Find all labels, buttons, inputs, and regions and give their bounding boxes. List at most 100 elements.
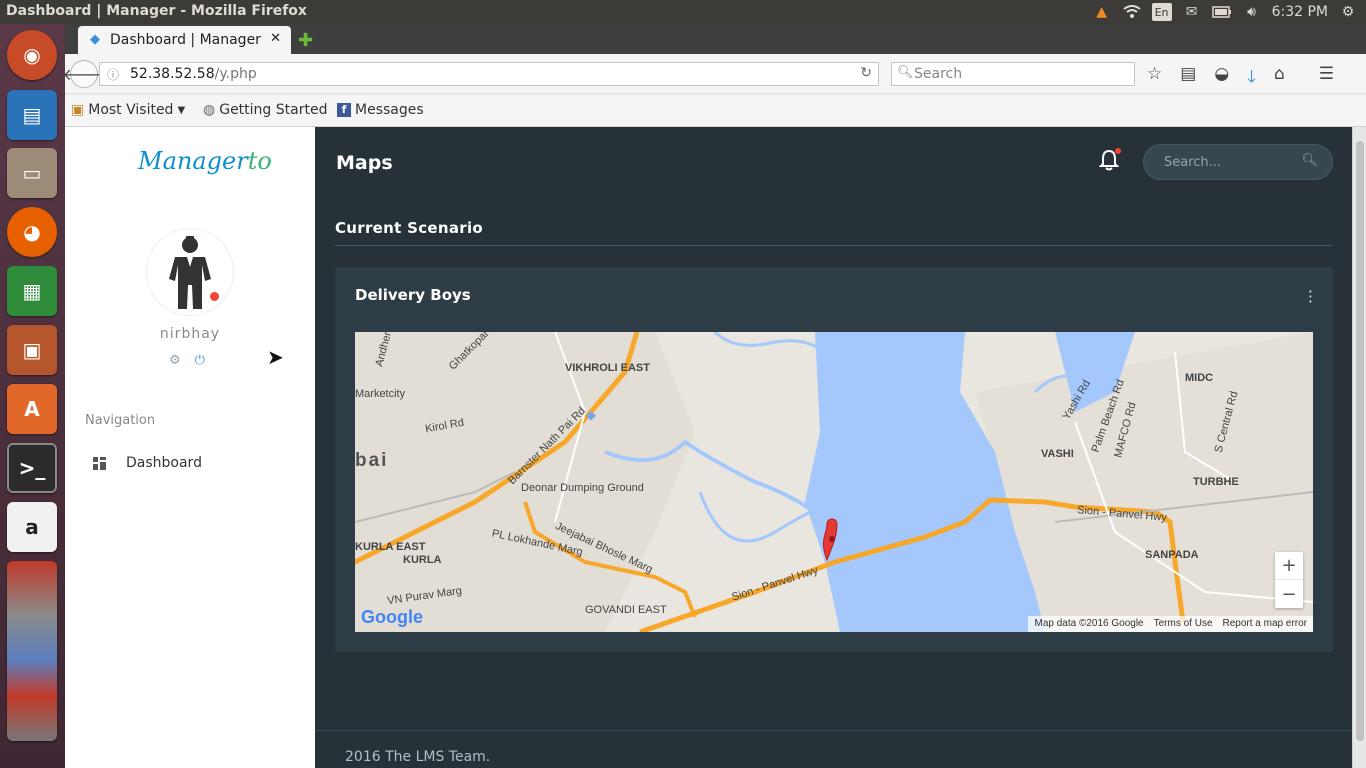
chevron-down-icon: ▼: [177, 104, 186, 116]
map-data-text: Map data ©2016 Google: [1034, 618, 1144, 629]
main-content: Maps Search... 🔍︎ Current Scenario Deliv…: [315, 127, 1352, 768]
section-title: Current Scenario: [335, 219, 1333, 246]
dashboard-icon: [93, 456, 106, 470]
url-bar[interactable]: ⓘ 52.38.52.58/y.php ↻: [99, 62, 879, 86]
files-icon[interactable]: ▭: [7, 148, 57, 198]
map-label: Deonar Dumping Ground: [521, 482, 644, 494]
notification-dot: [1115, 148, 1121, 154]
wifi-icon[interactable]: [1122, 2, 1142, 22]
web-page: Managerto nirbhay ⚙ ⏻ Navigation Dashboa…: [65, 127, 1366, 768]
app-sidebar: Managerto nirbhay ⚙ ⏻ Navigation Dashboa…: [65, 127, 315, 768]
mail-icon[interactable]: ✉: [1182, 2, 1202, 22]
back-button[interactable]: 🡐: [63, 60, 105, 88]
google-map[interactable]: Ghatkopar Rd VIKHROLI EAST Marketcity Ki…: [355, 332, 1313, 632]
volume-icon[interactable]: 🔊︎: [1242, 2, 1262, 22]
url-text: 52.38.52.58/y.php: [130, 66, 257, 82]
map-canvas: [355, 332, 1313, 632]
tab-strip: ◆ Dashboard | Manager ✕ ✚: [65, 24, 1366, 54]
search-placeholder: Search...: [1164, 155, 1222, 170]
map-attribution: Map data ©2016 Google Terms of Use Repor…: [1028, 616, 1313, 632]
mouse-cursor-icon: ➤: [267, 345, 284, 369]
url-host: 52.38.52.58: [130, 66, 215, 82]
map-label: VASHI: [1041, 448, 1074, 460]
map-label: MIDC: [1185, 372, 1214, 384]
amazon-icon[interactable]: a: [7, 502, 57, 552]
bookmark-most-visited[interactable]: ▣ Most Visited ▼: [71, 102, 185, 118]
search-icon: 🔍︎: [897, 65, 914, 80]
zoom-out-button[interactable]: −: [1275, 580, 1303, 608]
username: nirbhay: [159, 326, 221, 342]
writer-icon[interactable]: ▤: [7, 90, 57, 140]
ubuntu-logo-icon[interactable]: ◉: [7, 30, 57, 80]
os-top-panel: Dashboard | Manager - Mozilla Firefox ▲ …: [0, 0, 1366, 24]
report-map-error-link[interactable]: Report a map error: [1223, 618, 1307, 630]
gear-icon[interactable]: ⚙: [1338, 2, 1358, 22]
map-label: KURLA EAST: [355, 541, 426, 553]
brand-logo[interactable]: Managerto: [138, 147, 272, 175]
pocket-icon[interactable]: ◒: [1214, 64, 1229, 93]
status-badge: [207, 289, 221, 303]
bookmark-messages[interactable]: f Messages: [337, 102, 424, 118]
folder-icon: ▣: [71, 102, 85, 118]
tab-title: Dashboard | Manager: [110, 32, 261, 48]
info-icon[interactable]: ⓘ: [107, 66, 119, 83]
google-logo-text: Google: [361, 607, 423, 627]
map-card: Delivery Boys · · · Ghatkopar Rd VIKHROL…: [335, 267, 1333, 652]
reader-list-icon[interactable]: ▤: [1180, 64, 1196, 93]
firefox-icon[interactable]: ◕: [7, 207, 57, 257]
search-icon[interactable]: 🔍︎: [1301, 153, 1318, 168]
tab-favicon-icon: ◆: [90, 32, 100, 47]
page-scrollbar[interactable]: [1352, 127, 1366, 768]
power-icon[interactable]: ⏻: [195, 353, 205, 368]
nav-heading: Navigation: [85, 413, 156, 428]
unity-launcher: ◉ ▤ ▭ ◕ ▦ ▣ A >_ a: [0, 24, 65, 768]
bookmark-getting-started[interactable]: ◍ Getting Started: [203, 102, 327, 118]
zoom-in-button[interactable]: +: [1275, 552, 1303, 580]
search-placeholder: Search: [914, 66, 963, 82]
sidebar-item-dashboard[interactable]: Dashboard: [93, 455, 202, 471]
card-menu-icon[interactable]: · · ·: [1308, 284, 1313, 310]
notifications-bell-icon[interactable]: [1098, 148, 1121, 175]
facebook-icon: f: [337, 103, 351, 117]
home-icon[interactable]: ⌂: [1274, 64, 1285, 93]
settings-gear-icon[interactable]: ⚙: [169, 353, 181, 368]
map-label: bai: [355, 450, 389, 471]
tab-dashboard[interactable]: ◆ Dashboard | Manager ✕: [78, 26, 291, 54]
new-tab-icon[interactable]: ✚: [298, 30, 313, 51]
user-actions: ⚙ ⏻: [169, 353, 205, 368]
download-icon[interactable]: 🡓: [1247, 64, 1256, 93]
terms-of-use-link[interactable]: Terms of Use: [1154, 618, 1213, 630]
menu-icon[interactable]: ☰: [1319, 64, 1334, 93]
clock[interactable]: 6:32 PM: [1272, 4, 1328, 20]
google-logo[interactable]: Google: [361, 607, 423, 628]
map-label: SANPADA: [1145, 549, 1199, 561]
close-tab-icon[interactable]: ✕: [270, 31, 281, 46]
sidebar-item-label: Dashboard: [126, 455, 202, 471]
bookmark-label: Messages: [355, 102, 424, 118]
avatar[interactable]: [146, 228, 234, 316]
map-label: KURLA: [403, 554, 442, 566]
calc-icon[interactable]: ▦: [7, 266, 57, 316]
impress-icon[interactable]: ▣: [7, 325, 57, 375]
card-title: Delivery Boys: [355, 286, 471, 304]
vlc-icon[interactable]: ▲: [1092, 2, 1112, 22]
bookmark-star-icon[interactable]: ☆: [1147, 64, 1162, 93]
terminal-icon[interactable]: >_: [7, 443, 57, 493]
brand-part1: Manager: [138, 147, 248, 175]
map-label: GOVANDI EAST: [585, 604, 667, 616]
brand-part2: to: [247, 147, 272, 175]
app-search-input[interactable]: Search... 🔍︎: [1143, 144, 1333, 180]
scrollbar-thumb[interactable]: [1356, 141, 1364, 741]
map-label: TURBHE: [1193, 476, 1239, 488]
window-title: Dashboard | Manager - Mozilla Firefox: [6, 3, 307, 19]
keyboard-layout-indicator[interactable]: En: [1151, 3, 1172, 21]
bookmarks-toolbar: ▣ Most Visited ▼ ◍ Getting Started f Mes…: [65, 95, 1366, 127]
browser-search-field[interactable]: 🔍︎ Search: [891, 62, 1135, 86]
page-footer: 2016 The LMS Team.: [315, 730, 1352, 768]
software-center-icon[interactable]: A: [7, 384, 57, 434]
launcher-stack-icon[interactable]: [7, 561, 57, 741]
map-label: VIKHROLI EAST: [565, 362, 650, 374]
globe-icon: ◍: [203, 102, 216, 118]
battery-icon[interactable]: [1211, 2, 1232, 22]
reload-icon[interactable]: ↻: [860, 65, 872, 81]
